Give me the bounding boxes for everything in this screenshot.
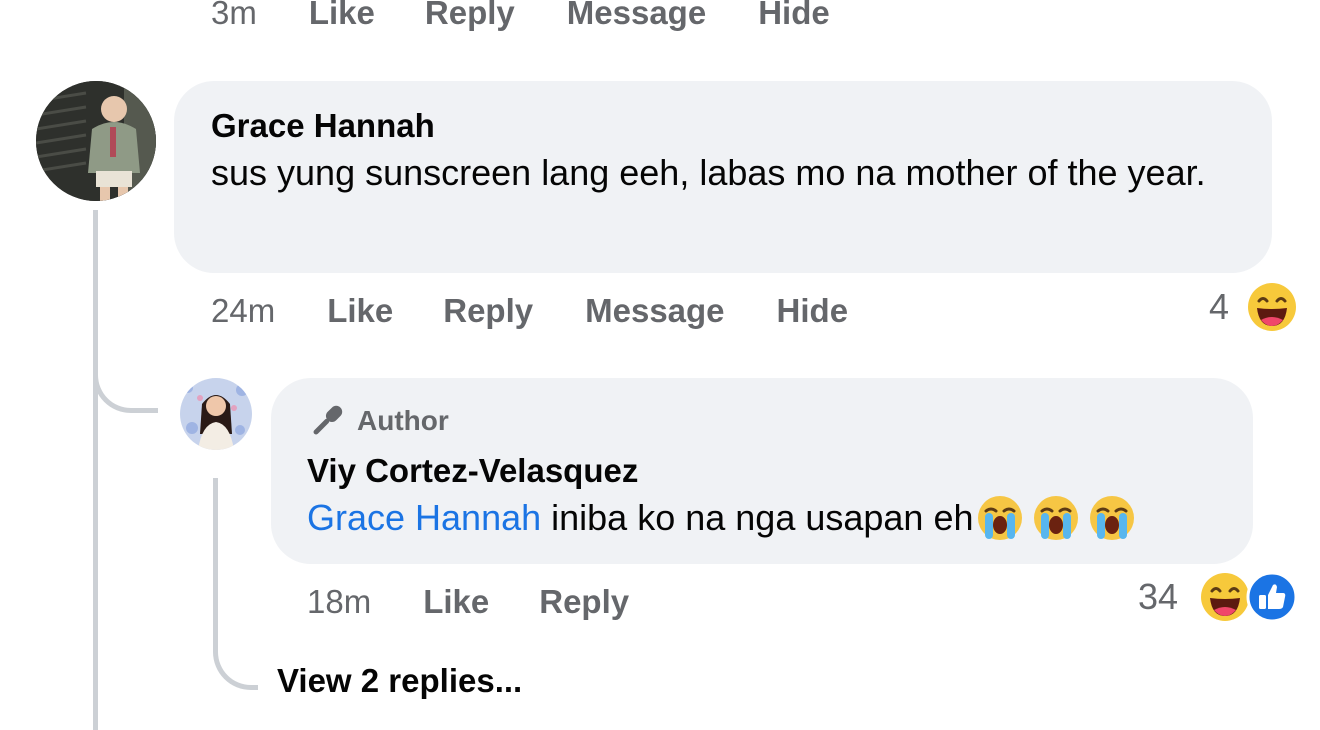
- crying-face-emoji-icon: [976, 494, 1024, 542]
- mention-link[interactable]: Grace Hannah: [307, 491, 541, 545]
- like-icon[interactable]: [1246, 571, 1298, 623]
- profile-photo-icon: [36, 81, 156, 201]
- message-button[interactable]: Message: [567, 0, 706, 32]
- comment-bubble: Grace Hannah sus yung sunscreen lang eeh…: [174, 81, 1272, 273]
- like-button[interactable]: Like: [327, 292, 393, 330]
- avatar[interactable]: [180, 378, 252, 450]
- reply-text-body: iniba ko na nga usapan eh: [541, 497, 974, 538]
- reply-timestamp: 18m: [307, 583, 372, 620]
- reply-text: Grace Hannah iniba ko na nga usapan eh: [307, 491, 1136, 545]
- reply-bubble: Author Viy Cortez-Velasquez Grace Hannah…: [271, 378, 1253, 564]
- haha-emoji-icon[interactable]: [1247, 282, 1297, 332]
- comment-text: sus yung sunscreen lang eeh, labas mo na…: [211, 152, 1206, 193]
- profile-photo-icon: [180, 378, 252, 450]
- reaction-count[interactable]: 34: [1138, 576, 1178, 618]
- crying-face-emoji-icon: [1032, 494, 1080, 542]
- reaction-count[interactable]: 4: [1209, 286, 1229, 328]
- crying-face-emoji-icon: [1088, 494, 1136, 542]
- author-badge: Author: [307, 402, 449, 440]
- message-button[interactable]: Message: [585, 292, 724, 330]
- comment-author-name[interactable]: Grace Hannah: [211, 107, 435, 145]
- comment-timestamp: 24m: [211, 292, 276, 329]
- thread-connector-curve: [93, 360, 158, 413]
- reply-button[interactable]: Reply: [539, 583, 629, 621]
- thread-line-main: [93, 210, 98, 730]
- hide-button[interactable]: Hide: [758, 0, 830, 32]
- microphone-icon: [313, 405, 343, 435]
- like-button[interactable]: Like: [309, 0, 375, 32]
- comment-actions: 24m Like Reply Message Hide: [211, 292, 848, 330]
- like-button[interactable]: Like: [423, 583, 489, 621]
- reply-author-name[interactable]: Viy Cortez-Velasquez: [307, 452, 638, 490]
- haha-emoji-icon[interactable]: [1200, 572, 1250, 622]
- reply-actions: 18m Like Reply: [307, 583, 629, 621]
- view-more-replies-link[interactable]: View 2 replies...: [277, 662, 522, 700]
- hide-button[interactable]: Hide: [777, 292, 849, 330]
- comment-timestamp: 3m: [211, 0, 257, 31]
- author-badge-label: Author: [357, 405, 449, 436]
- replies-connector-curve: [213, 630, 258, 690]
- reply-button[interactable]: Reply: [425, 0, 515, 32]
- top-comment-actions: 3m Like Reply Message Hide: [211, 0, 830, 32]
- reply-button[interactable]: Reply: [443, 292, 533, 330]
- avatar[interactable]: [36, 81, 156, 201]
- thread-line-reply: [213, 478, 218, 648]
